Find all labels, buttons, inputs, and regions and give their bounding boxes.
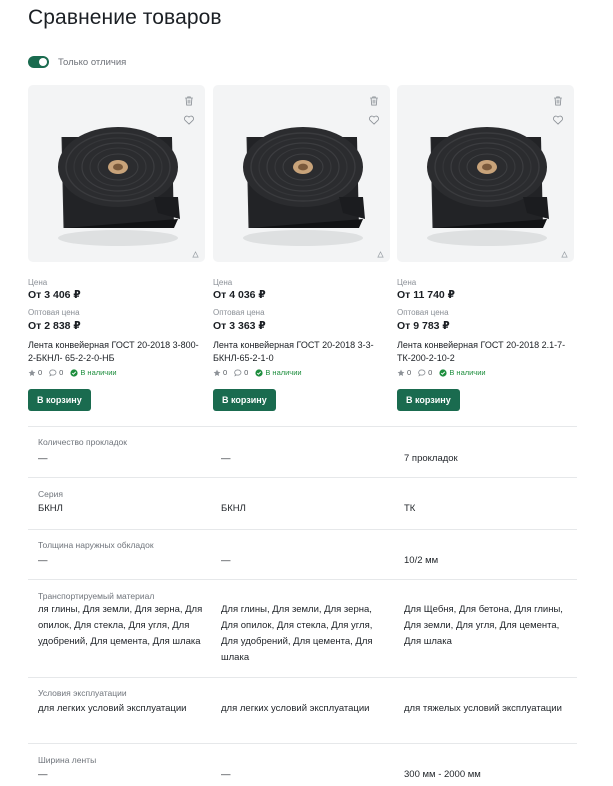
in-stock-check-icon (70, 369, 78, 377)
product-price: От 3 406 ₽ (28, 289, 81, 301)
toggle-knob (39, 58, 47, 66)
spec-label: Толщина наружных обкладок (38, 540, 154, 550)
in-stock-check-icon (439, 369, 447, 377)
row-divider (28, 426, 577, 427)
wholesale-price: От 2 838 ₽ (28, 320, 81, 332)
spec-value: 300 мм - 2000 мм (404, 769, 481, 780)
only-differences-label: Только отличия (58, 56, 127, 68)
row-divider (28, 743, 577, 744)
spec-label: Ширина ленты (38, 755, 97, 765)
remove-from-compare-icon[interactable] (182, 94, 196, 108)
product-meta: 0 0 В наличии (28, 368, 117, 377)
product-image[interactable] (397, 85, 574, 262)
remove-from-compare-icon[interactable] (551, 94, 565, 108)
row-divider (28, 529, 577, 530)
product-name-link[interactable]: Лента конвейерная ГОСТ 20-2018 2.1-7-ТК-… (397, 339, 572, 365)
product-name-link[interactable]: Лента конвейерная ГОСТ 20-2018 3-3-БКНЛ-… (213, 339, 388, 365)
spec-value: 7 прокладок (404, 453, 458, 464)
product-name-link[interactable]: Лента конвейерная ГОСТ 20-2018 3-800-2-Б… (28, 339, 203, 365)
spec-value: Для Щебня, Для бетона, Для глины, Для зе… (404, 604, 563, 647)
spec-value: — (38, 555, 48, 566)
favorite-heart-icon[interactable] (551, 113, 565, 127)
star-icon (213, 369, 221, 377)
product-card (213, 85, 390, 262)
stock-status: В наличии (265, 368, 302, 377)
stock-status: В наличии (449, 368, 486, 377)
spec-value: — (38, 769, 48, 780)
rating-value: 0 (38, 368, 43, 377)
wholesale-price-label: Оптовая цена (213, 308, 265, 317)
wholesale-price: От 3 363 ₽ (213, 320, 266, 332)
product-card (397, 85, 574, 262)
price-label: Цена (28, 278, 48, 287)
product-price: От 11 740 ₽ (397, 289, 455, 301)
add-to-cart-button[interactable]: В корзину (28, 389, 91, 411)
spec-value: ля глины, Для земли, Для зерна, Для опил… (38, 604, 203, 647)
spec-label: Транспортируемый материал (38, 591, 155, 601)
only-differences-toggle[interactable] (28, 56, 49, 68)
add-to-cart-button[interactable]: В корзину (397, 389, 460, 411)
favorite-heart-icon[interactable] (182, 113, 196, 127)
conveyor-belt-roll-image (213, 85, 390, 262)
spec-value: для тяжелых условий эксплуатации (404, 703, 562, 714)
spec-label: Условия эксплуатации (38, 688, 127, 698)
add-to-cart-button[interactable]: В корзину (213, 389, 276, 411)
in-stock-check-icon (255, 369, 263, 377)
spec-label: Серия (38, 489, 63, 499)
wholesale-price-label: Оптовая цена (397, 308, 449, 317)
star-icon (28, 369, 36, 377)
stock-status: В наличии (80, 368, 117, 377)
spec-value: БКНЛ (38, 503, 63, 514)
reviews-icon (49, 369, 57, 377)
wholesale-price: От 9 783 ₽ (397, 320, 450, 332)
spec-label: Количество прокладок (38, 437, 127, 447)
spec-value: для легких условий эксплуатации (221, 703, 370, 714)
product-image[interactable] (28, 85, 205, 262)
remove-from-compare-icon[interactable] (367, 94, 381, 108)
price-label: Цена (397, 278, 417, 287)
spec-value: — (221, 453, 231, 464)
spec-value: — (38, 453, 48, 464)
row-divider (28, 579, 577, 580)
price-label: Цена (213, 278, 233, 287)
product-meta: 0 0 В наличии (213, 368, 302, 377)
spec-value: БКНЛ (221, 503, 246, 514)
spec-value: — (221, 769, 231, 780)
reviews-count: 0 (244, 368, 249, 377)
product-meta: 0 0 В наличии (397, 368, 486, 377)
conveyor-belt-roll-image (397, 85, 574, 262)
row-divider (28, 477, 577, 478)
watermark-icon (377, 251, 384, 258)
reviews-count: 0 (59, 368, 64, 377)
watermark-icon (192, 251, 199, 258)
product-card (28, 85, 205, 262)
watermark-icon (561, 251, 568, 258)
wholesale-price-label: Оптовая цена (28, 308, 80, 317)
star-icon (397, 369, 405, 377)
row-divider (28, 677, 577, 678)
spec-value: Для глины, Для земли, Для зерна, Для опи… (221, 604, 373, 663)
product-image[interactable] (213, 85, 390, 262)
favorite-heart-icon[interactable] (367, 113, 381, 127)
product-price: От 4 036 ₽ (213, 289, 266, 301)
conveyor-belt-roll-image (28, 85, 205, 262)
spec-value: — (221, 555, 231, 566)
reviews-icon (418, 369, 426, 377)
page-title: Сравнение товаров (28, 6, 222, 29)
only-differences-filter: Только отличия (28, 56, 126, 68)
spec-value: для легких условий эксплуатации (38, 703, 187, 714)
rating-value: 0 (407, 368, 412, 377)
reviews-icon (234, 369, 242, 377)
reviews-count: 0 (428, 368, 433, 377)
rating-value: 0 (223, 368, 228, 377)
spec-value: 10/2 мм (404, 555, 439, 566)
spec-value: ТК (404, 503, 416, 514)
